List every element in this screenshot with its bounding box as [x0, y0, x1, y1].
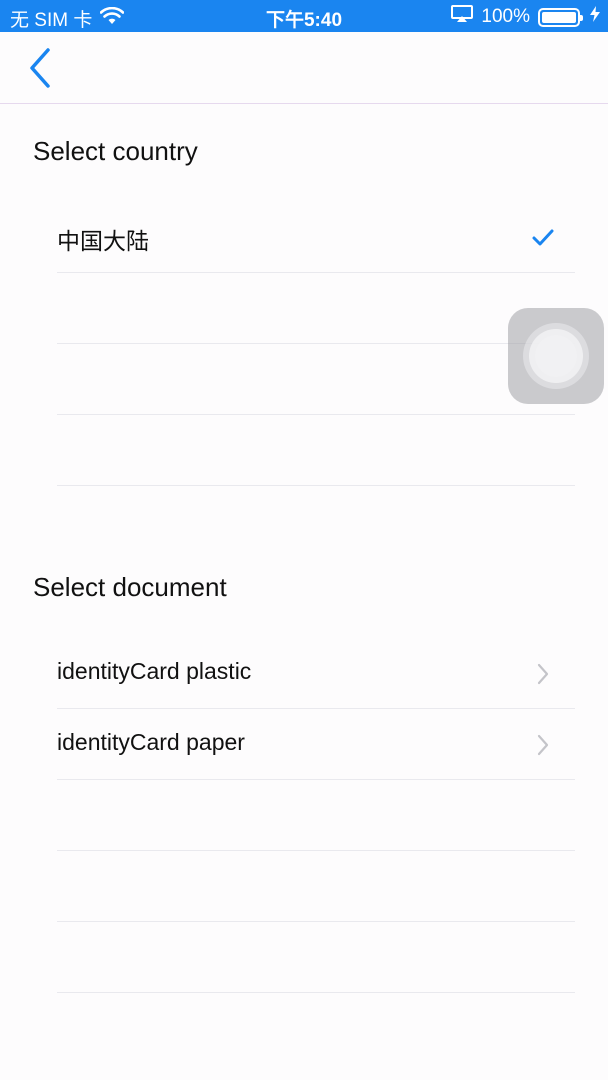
document-row-plastic[interactable]: identityCard plastic [57, 638, 575, 709]
chevron-right-icon [529, 660, 557, 688]
chevron-left-icon [30, 48, 50, 88]
country-row-empty [57, 415, 575, 486]
country-row[interactable]: 中国大陆 [57, 202, 575, 273]
status-bar: 无 SIM 卡 下午5:40 100% [0, 0, 608, 32]
charging-bolt-icon [590, 6, 600, 28]
back-button[interactable] [18, 44, 62, 92]
document-row-empty [57, 922, 575, 993]
document-row-label: identityCard plastic [57, 658, 252, 684]
airplay-icon [451, 5, 474, 29]
document-row-empty [57, 851, 575, 922]
status-right: 100% [451, 5, 600, 29]
assistive-touch-icon [523, 323, 589, 389]
document-row-empty [57, 780, 575, 851]
document-section-title: Select document [33, 572, 227, 602]
country-row-empty [57, 344, 575, 415]
checkmark-icon [529, 224, 557, 252]
battery-percent: 100% [481, 6, 530, 27]
chevron-right-icon [529, 731, 557, 759]
country-row-label: 中国大陆 [57, 228, 149, 254]
navigation-bar [0, 32, 608, 104]
assistive-touch-button[interactable] [508, 308, 604, 404]
country-row-empty [57, 273, 575, 344]
document-row-paper[interactable]: identityCard paper [57, 709, 575, 780]
battery-level-fill [542, 11, 576, 23]
document-row-label: identityCard paper [57, 729, 245, 755]
battery-icon [538, 7, 583, 27]
country-section-title: Select country [33, 136, 198, 166]
